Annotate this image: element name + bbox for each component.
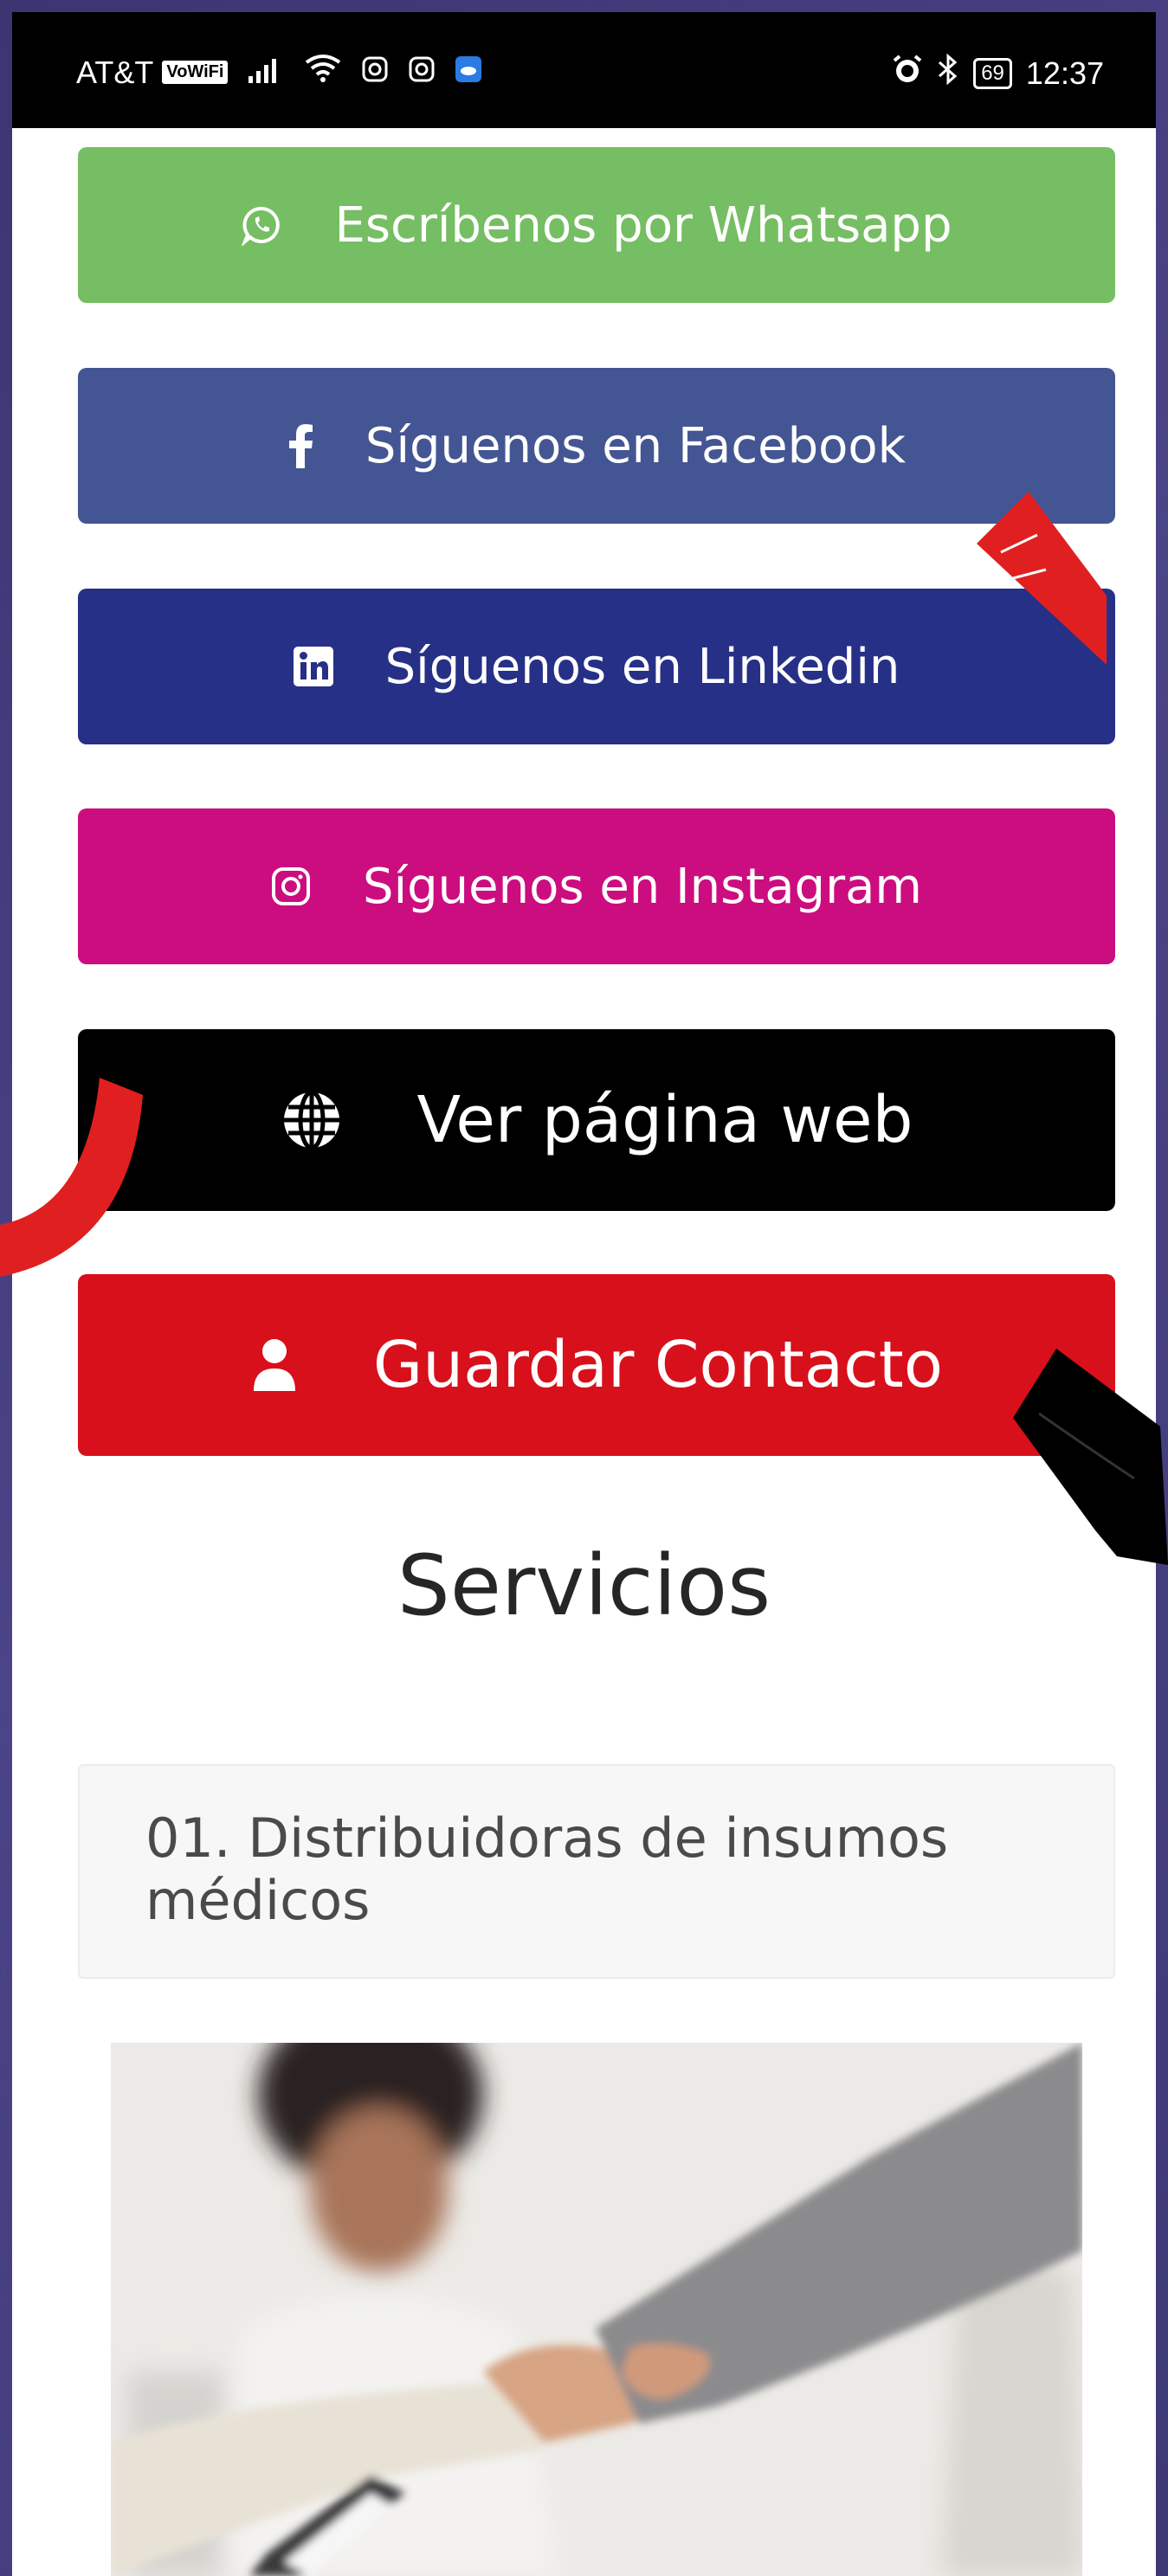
phone-screen: AT&T VoWiFi 69 12:37 Escríbenos por What… xyxy=(12,12,1156,2576)
instagram-notification-icon-2 xyxy=(408,55,436,91)
handshake-image xyxy=(111,2043,1082,2576)
user-icon xyxy=(250,1337,299,1393)
linkedin-icon xyxy=(293,647,333,686)
facebook-icon xyxy=(287,423,313,468)
linkedin-button-label: Síguenos en Linkedin xyxy=(384,638,900,695)
status-left: AT&T VoWiFi xyxy=(76,54,482,91)
cloud-app-icon xyxy=(455,55,482,91)
website-button-label: Ver página web xyxy=(416,1083,913,1157)
clock: 12:37 xyxy=(1025,55,1104,91)
alarm-icon xyxy=(892,54,923,93)
service-item[interactable]: 01. Distribuidoras de insumos médicos xyxy=(78,1764,1115,1979)
bluetooth-icon xyxy=(937,53,959,93)
signal-icon xyxy=(247,55,285,91)
save-contact-button[interactable]: Guardar Contacto xyxy=(78,1274,1115,1456)
whatsapp-icon xyxy=(241,204,282,246)
save-contact-button-label: Guardar Contacto xyxy=(372,1328,944,1402)
service-item-label: 01. Distribuidoras de insumos médicos xyxy=(145,1806,949,1932)
instagram-button-label: Síguenos en Instagram xyxy=(363,858,922,915)
status-bar: AT&T VoWiFi 69 12:37 xyxy=(12,12,1156,128)
instagram-icon xyxy=(271,866,311,906)
red-arrow-annotation-top xyxy=(977,492,1107,665)
red-curve-annotation-left xyxy=(0,1078,143,1277)
status-right: 69 12:37 xyxy=(892,53,1104,93)
linkedin-button[interactable]: Síguenos en Linkedin xyxy=(78,589,1115,744)
black-arrow-annotation xyxy=(1013,1349,1168,1565)
service-photo xyxy=(111,2043,1082,2576)
globe-icon xyxy=(281,1089,343,1151)
wifi-icon xyxy=(304,54,342,91)
website-button[interactable]: Ver página web xyxy=(78,1029,1115,1211)
whatsapp-button-label: Escríbenos por Whatsapp xyxy=(334,196,952,254)
facebook-button-label: Síguenos en Facebook xyxy=(365,417,907,474)
whatsapp-button[interactable]: Escríbenos por Whatsapp xyxy=(78,147,1115,303)
services-heading: Servicios xyxy=(397,1537,771,1634)
instagram-button[interactable]: Síguenos en Instagram xyxy=(78,808,1115,964)
volte-badge: VoWiFi xyxy=(162,61,229,84)
carrier-label: AT&T xyxy=(76,54,154,90)
battery-indicator: 69 xyxy=(973,57,1012,89)
instagram-notification-icon xyxy=(361,55,389,91)
facebook-button[interactable]: Síguenos en Facebook xyxy=(78,368,1115,524)
